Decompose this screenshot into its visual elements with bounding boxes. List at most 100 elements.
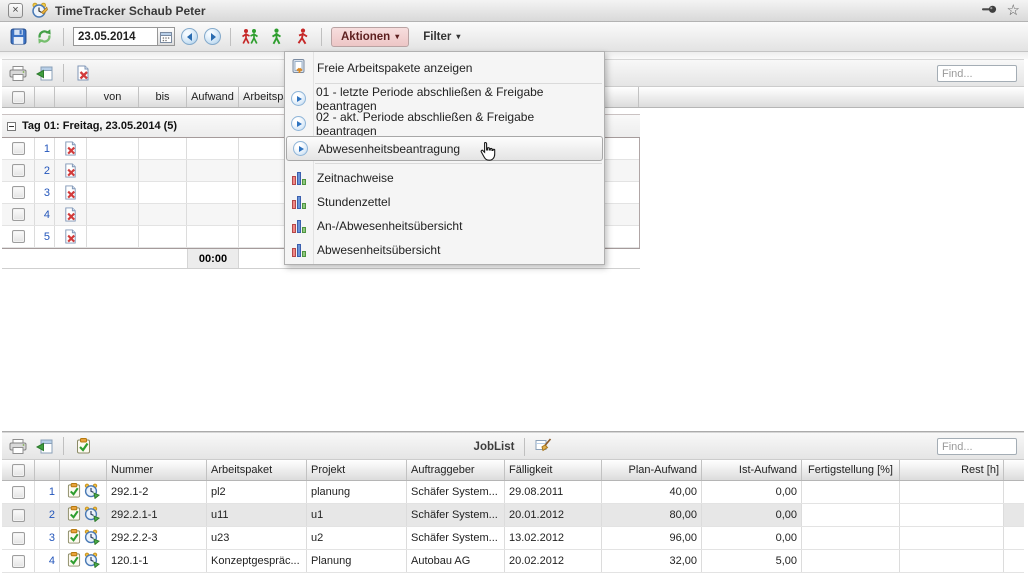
refresh-icon[interactable]: [34, 26, 54, 48]
row-checkbox[interactable]: [2, 527, 35, 549]
pin-icon[interactable]: [981, 4, 998, 18]
aktionen-menu-button[interactable]: Aktionen ▾: [331, 27, 409, 47]
von-cell[interactable]: [87, 138, 139, 159]
select-all-checkbox[interactable]: [2, 87, 35, 107]
absent-person-icon[interactable]: [292, 26, 312, 48]
von-cell[interactable]: [87, 204, 139, 225]
delete-row-icon[interactable]: [55, 204, 87, 225]
von-cell[interactable]: [87, 226, 139, 247]
bis-cell[interactable]: [139, 160, 187, 181]
column-header-faelligkeit[interactable]: Fälligkeit: [505, 460, 602, 480]
joblist-toolbar: JobList: [2, 432, 1024, 460]
chevron-down-icon: ▾: [456, 33, 460, 41]
start-booking-clock-icon[interactable]: [84, 552, 100, 571]
time-entry-find-input[interactable]: [937, 65, 1017, 82]
rest-cell[interactable]: [900, 550, 1004, 572]
column-header-projekt[interactable]: Projekt: [307, 460, 407, 480]
von-cell[interactable]: [87, 182, 139, 203]
delete-row-icon[interactable]: [55, 160, 87, 181]
projekt-cell: u1: [307, 504, 407, 526]
select-all-checkbox[interactable]: [2, 460, 35, 480]
start-booking-clock-icon[interactable]: [84, 483, 100, 502]
date-input[interactable]: [73, 27, 157, 46]
menu-item-an-abwesenheitsuebersicht[interactable]: An-/Abwesenheitsübersicht: [285, 214, 604, 238]
aufwand-cell[interactable]: [187, 138, 239, 159]
close-button[interactable]: ×: [8, 3, 23, 18]
column-header-ist-aufwand[interactable]: Ist-Aufwand: [702, 460, 802, 480]
aufwand-cell[interactable]: [187, 226, 239, 247]
row-checkbox[interactable]: [2, 504, 35, 526]
book-package-icon[interactable]: [67, 506, 81, 524]
menu-item-periode-01[interactable]: 01 - letzte Periode abschließen & Freiga…: [285, 86, 604, 111]
delete-rows-icon[interactable]: [73, 62, 93, 84]
play-circle-icon: [293, 141, 308, 156]
column-header-auftraggeber[interactable]: Auftraggeber: [407, 460, 505, 480]
menu-item-freie-arbeitspakete[interactable]: Freie Arbeitspakete anzeigen: [285, 54, 604, 81]
joblist-panel: JobList Nummer Arbeitspaket Projekt Auft…: [2, 431, 1024, 573]
bis-cell[interactable]: [139, 226, 187, 247]
filter-menu-button[interactable]: Filter ▾: [415, 28, 468, 46]
row-checkbox[interactable]: [2, 226, 35, 247]
book-package-icon[interactable]: [67, 552, 81, 570]
aufwand-cell[interactable]: [187, 204, 239, 225]
row-checkbox[interactable]: [2, 550, 35, 572]
next-day-button[interactable]: [204, 28, 221, 45]
row-checkbox[interactable]: [2, 138, 35, 159]
von-cell[interactable]: [87, 160, 139, 181]
toolbar-separator: [63, 437, 64, 455]
present-person-icon[interactable]: [266, 26, 286, 48]
column-header-von[interactable]: von: [87, 87, 139, 107]
start-booking-clock-icon[interactable]: [84, 506, 100, 525]
start-booking-clock-icon[interactable]: [84, 529, 100, 548]
fertigstellung-cell[interactable]: [802, 504, 900, 526]
column-header-aufwand[interactable]: Aufwand: [187, 87, 239, 107]
clear-filter-icon[interactable]: [535, 438, 552, 456]
favorite-star-icon[interactable]: ☆: [1007, 3, 1020, 18]
previous-day-button[interactable]: [181, 28, 198, 45]
row-checkbox[interactable]: [2, 160, 35, 181]
menu-item-abwesenheitsbeantragung[interactable]: Abwesenheitsbeantragung: [286, 136, 603, 161]
collapse-group-icon[interactable]: [7, 122, 16, 131]
aufwand-cell[interactable]: [187, 182, 239, 203]
menu-item-zeitnachweise[interactable]: Zeitnachweise: [285, 166, 604, 190]
rest-cell[interactable]: [900, 504, 1004, 526]
rest-cell[interactable]: [900, 481, 1004, 503]
book-package-icon[interactable]: [67, 529, 81, 547]
row-icons: [60, 481, 107, 503]
calendar-picker-icon[interactable]: [157, 27, 175, 46]
row-icons: [60, 504, 107, 526]
export-icon[interactable]: [34, 62, 54, 84]
row-checkbox[interactable]: [2, 204, 35, 225]
fertigstellung-cell[interactable]: [802, 481, 900, 503]
delete-row-icon[interactable]: [55, 138, 87, 159]
row-checkbox[interactable]: [2, 481, 35, 503]
bis-cell[interactable]: [139, 204, 187, 225]
print-icon[interactable]: [8, 435, 28, 457]
column-header-plan-aufwand[interactable]: Plan-Aufwand: [602, 460, 702, 480]
book-package-icon[interactable]: [67, 483, 81, 501]
joblist-find-input[interactable]: [937, 438, 1017, 455]
book-selected-icon[interactable]: [73, 435, 93, 457]
bis-cell[interactable]: [139, 138, 187, 159]
export-icon[interactable]: [34, 435, 54, 457]
delete-row-icon[interactable]: [55, 226, 87, 247]
delete-row-icon[interactable]: [55, 182, 87, 203]
fertigstellung-cell[interactable]: [802, 527, 900, 549]
column-header-arbeitspaket[interactable]: Arbeitspaket: [207, 460, 307, 480]
aufwand-cell[interactable]: [187, 160, 239, 181]
menu-item-periode-02[interactable]: 02 - akt. Periode abschließen & Freigabe…: [285, 111, 604, 136]
column-header-rest[interactable]: Rest [h]: [900, 460, 1004, 480]
save-icon[interactable]: [8, 26, 28, 48]
rest-cell[interactable]: [900, 527, 1004, 549]
column-header-bis[interactable]: bis: [139, 87, 187, 107]
row-checkbox[interactable]: [2, 182, 35, 203]
column-header-nummer[interactable]: Nummer: [107, 460, 207, 480]
fertigstellung-cell[interactable]: [802, 550, 900, 572]
people-exchange-icon[interactable]: [240, 26, 260, 48]
menu-item-abwesenheitsuebersicht[interactable]: Abwesenheitsübersicht: [285, 238, 604, 262]
print-icon[interactable]: [8, 62, 28, 84]
bis-cell[interactable]: [139, 182, 187, 203]
menu-item-stundenzettel[interactable]: Stundenzettel: [285, 190, 604, 214]
column-header-fertigstellung[interactable]: Fertigstellung [%]: [802, 460, 900, 480]
auftraggeber-cell: Schäfer System...: [407, 527, 505, 549]
